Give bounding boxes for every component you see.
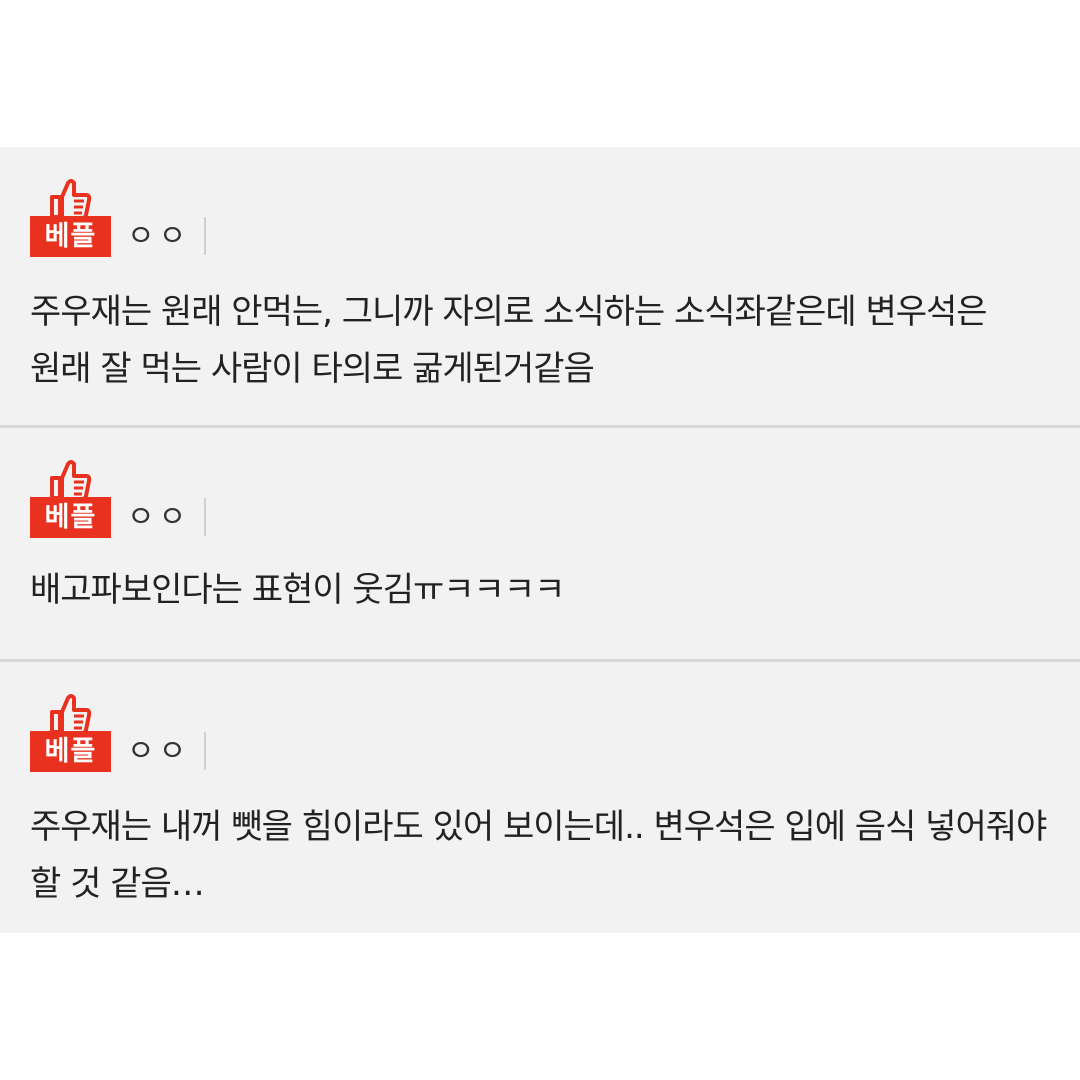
author-name[interactable]: ㅇㅇ <box>127 497 190 538</box>
comment-item: 베플 ㅇㅇ 주우재는 원래 안먹는, 그니까 자의로 소식하는 소식좌같은데 변… <box>0 147 1080 428</box>
comment-list: 베플 ㅇㅇ 주우재는 원래 안먹는, 그니까 자의로 소식하는 소식좌같은데 변… <box>0 147 1080 933</box>
meta-divider <box>204 498 207 536</box>
badge-label: 베플 <box>30 216 111 257</box>
thumbs-up-icon <box>50 694 92 734</box>
page: 베플 ㅇㅇ 주우재는 원래 안먹는, 그니까 자의로 소식하는 소식좌같은데 변… <box>0 0 1080 1080</box>
author-name[interactable]: ㅇㅇ <box>127 731 190 772</box>
badge-label: 베플 <box>30 731 111 772</box>
thumbs-up-icon <box>50 460 92 500</box>
comment-item: 베플 ㅇㅇ 주우재는 내꺼 뺏을 힘이라도 있어 보이는데.. 변우석은 입에 … <box>0 662 1080 933</box>
comment-item: 베플 ㅇㅇ 배고파보인다는 표현이 웃김ㅠㅋㅋㅋㅋ <box>0 428 1080 662</box>
comment-meta: 베플 ㅇㅇ <box>30 147 1050 257</box>
meta-divider <box>204 217 207 255</box>
comment-text: 주우재는 원래 안먹는, 그니까 자의로 소식하는 소식좌같은데 변우석은 원래… <box>30 292 988 389</box>
author-name[interactable]: ㅇㅇ <box>127 216 190 257</box>
badge-label: 베플 <box>30 497 111 538</box>
best-comment-badge: 베플 <box>30 694 111 772</box>
meta-divider <box>204 732 207 770</box>
comment-text: 배고파보인다는 표현이 웃김ㅠㅋㅋㅋㅋ <box>30 570 565 610</box>
best-comment-badge: 베플 <box>30 460 111 538</box>
comment-meta: 베플 ㅇㅇ <box>30 662 1050 772</box>
comment-meta: 베플 ㅇㅇ <box>30 428 1050 538</box>
thumbs-up-icon <box>50 179 92 219</box>
comment-text: 주우재는 내꺼 뺏을 힘이라도 있어 보이는데.. 변우석은 입에 음식 넣어줘… <box>30 807 1047 904</box>
best-comment-badge: 베플 <box>30 179 111 257</box>
